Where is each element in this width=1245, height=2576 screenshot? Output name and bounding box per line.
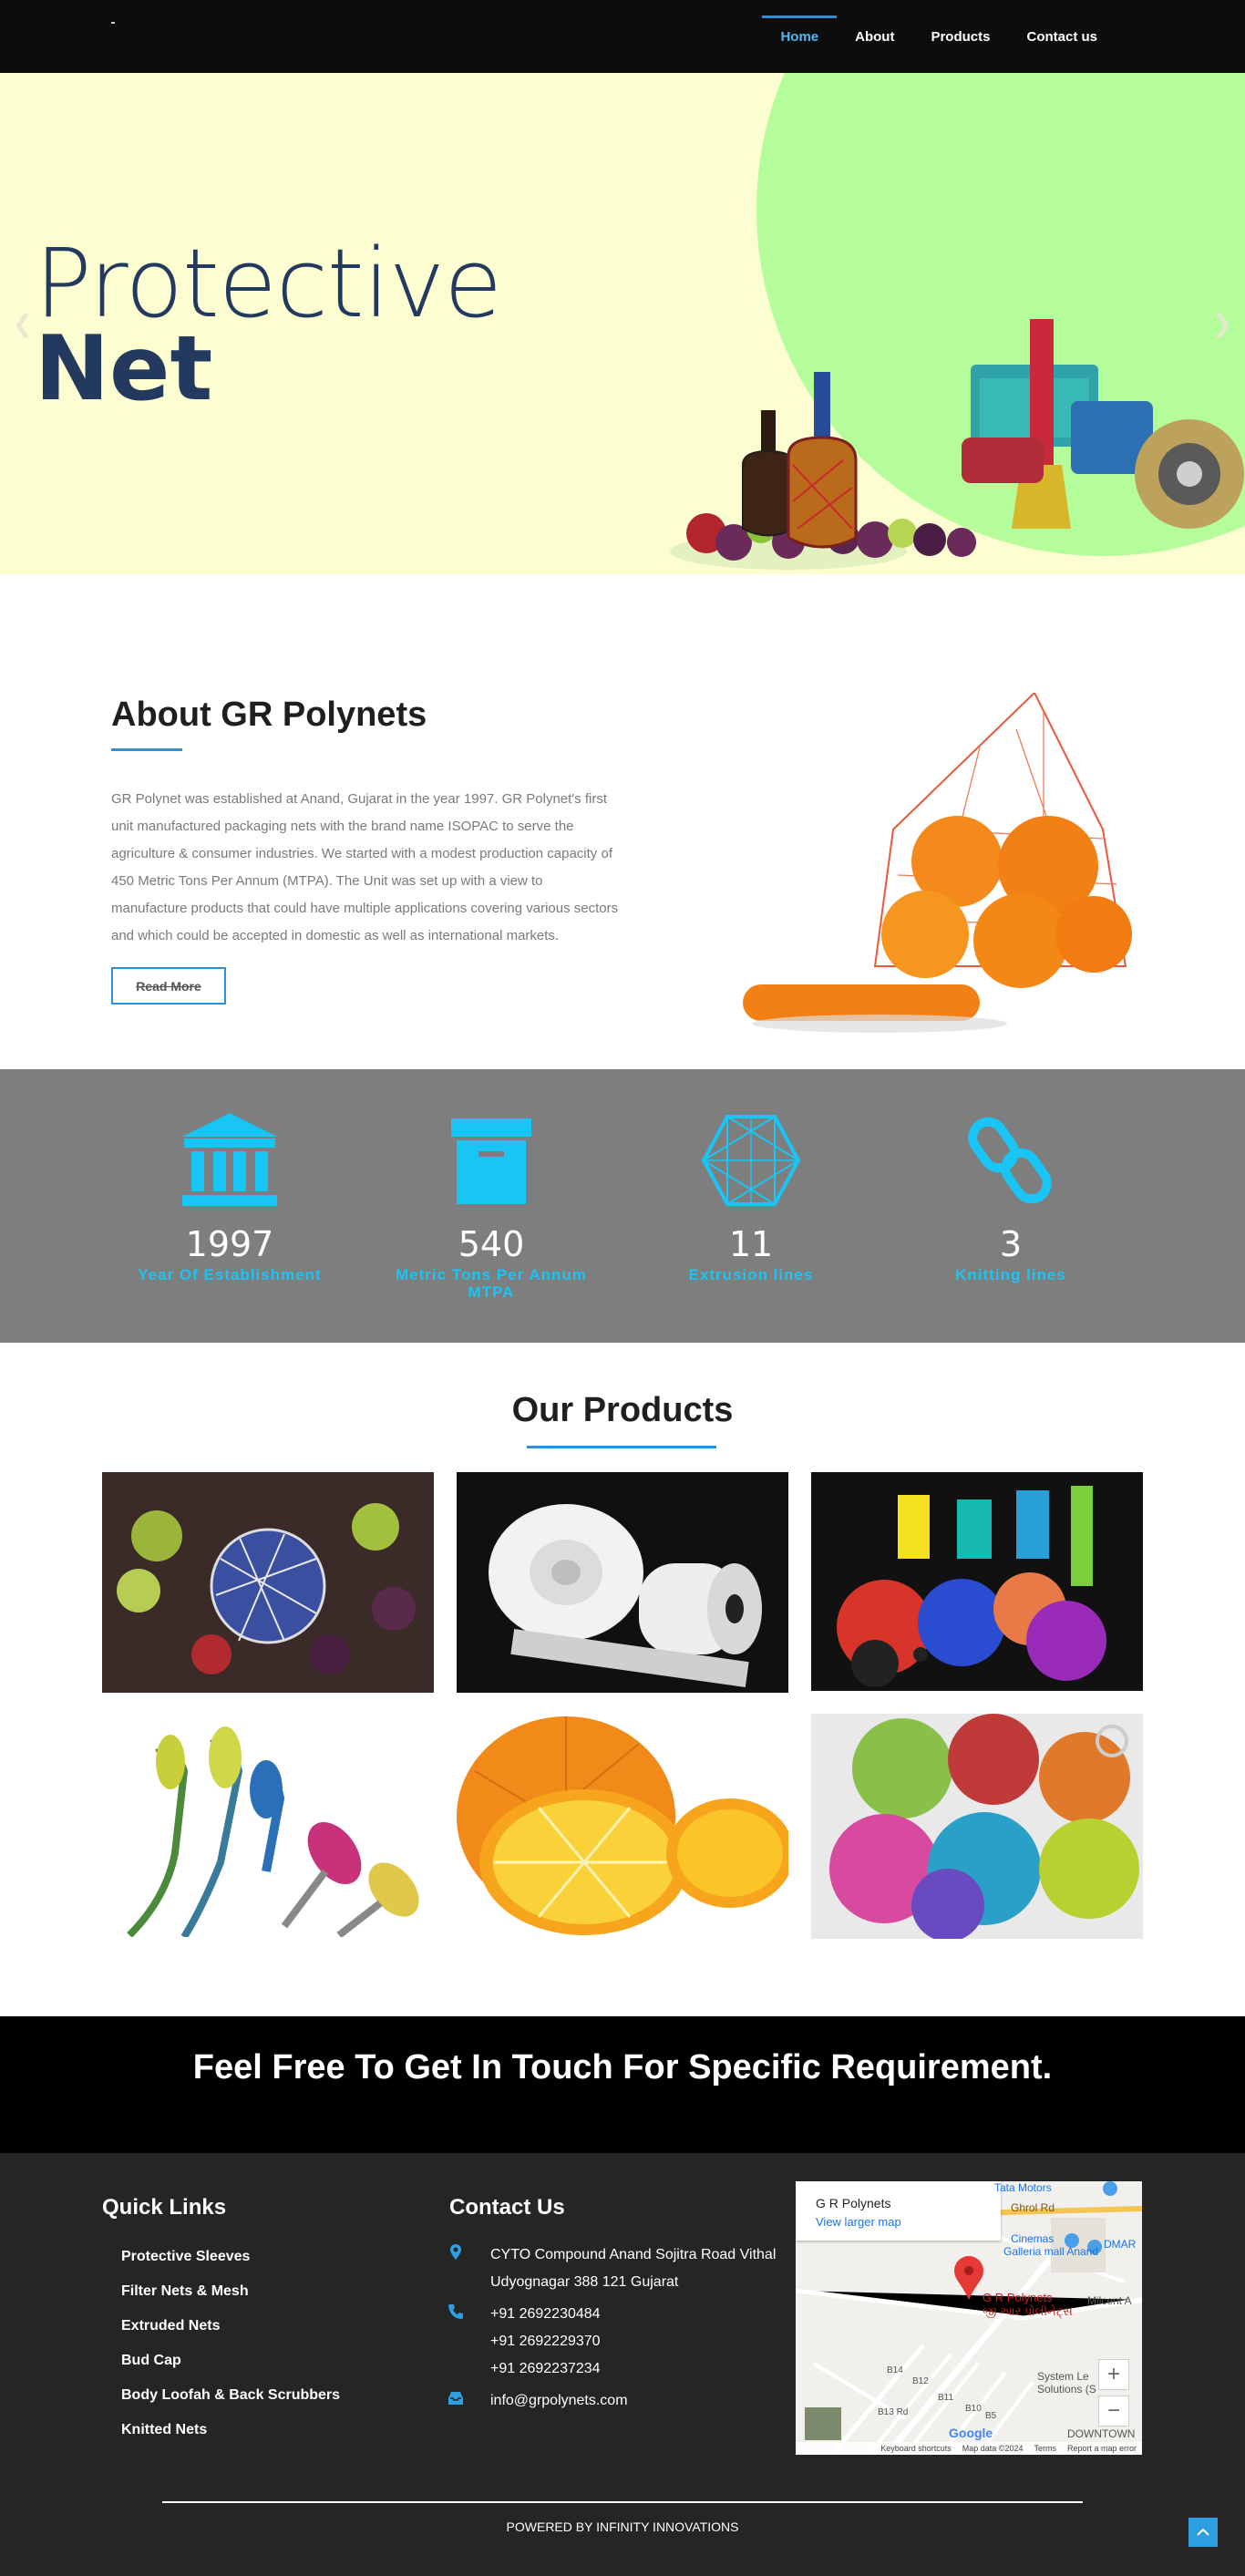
hero-products-image xyxy=(670,319,1244,570)
chevron-left-icon[interactable]: ❮ xyxy=(13,310,33,338)
products-heading: Our Products xyxy=(511,1391,734,1429)
map-poi-label: DOWNTOWN xyxy=(1067,2427,1136,2440)
brand-logo[interactable] xyxy=(111,22,115,24)
address-line-2: Udyognagar 388 121 Gujarat xyxy=(490,2274,679,2290)
google-logo: Google xyxy=(949,2426,993,2440)
archive-box-icon xyxy=(451,1118,531,1204)
foam-roll-image xyxy=(457,1472,788,1693)
map-marker-icon xyxy=(450,2244,461,2260)
map-poi-label: Solutions (S xyxy=(1037,2383,1096,2396)
map-road-label: B5 xyxy=(985,2411,997,2421)
hexagon-mesh-icon xyxy=(701,1115,801,1206)
stat-value: 3 xyxy=(999,1224,1023,1264)
map-pin-label: G R Polynets જી આર પોલીનેટ્સ xyxy=(983,2291,1073,2318)
quick-link-knitted-nets[interactable]: Knitted Nets xyxy=(121,2422,207,2438)
orange-image xyxy=(457,1716,788,1937)
hero-title-line2: Net xyxy=(35,317,213,421)
back-to-top-button[interactable] xyxy=(1188,2518,1218,2547)
nav-home[interactable]: Home xyxy=(762,0,837,73)
map-poi-label: Tata Motors xyxy=(994,2181,1052,2194)
footer-divider xyxy=(162,2501,1083,2503)
product-tile-foam-roll[interactable] xyxy=(457,1472,788,1693)
stat-label: Extrusion lines xyxy=(688,1266,814,1283)
map-road-label: B10 xyxy=(965,2404,982,2414)
product-tile-flower-sleeve[interactable] xyxy=(102,1716,434,1937)
chain-link-icon xyxy=(968,1117,1052,1204)
stat-label: Metric Tons Per Annum MTPA xyxy=(396,1266,587,1301)
map-pin-name-local: જી આર પોલીનેટ્સ xyxy=(983,2304,1073,2318)
report-map-error-link[interactable]: Report a map error xyxy=(1067,2444,1137,2453)
phone-2[interactable]: +91 2692229370 xyxy=(490,2328,601,2355)
stat-value: 1997 xyxy=(185,1224,274,1264)
hero-slider: Protective Net ❮ ❯ xyxy=(0,73,1245,574)
keyboard-shortcuts-link[interactable]: Keyboard shortcuts xyxy=(880,2444,952,2453)
map-poi-label: System Le xyxy=(1037,2370,1089,2383)
product-tile-loofah[interactable] xyxy=(811,1714,1143,1939)
map-pin-name: G R Polynets xyxy=(983,2291,1053,2304)
powered-by: POWERED BY INFINITY INNOVATIONS xyxy=(506,2519,739,2534)
flower-sleeve-image xyxy=(102,1716,434,1937)
quick-link-bud-cap[interactable]: Bud Cap xyxy=(121,2353,181,2369)
cta-text: Feel Free To Get In Touch For Specific R… xyxy=(192,2048,1053,2087)
google-map-embed[interactable]: G R Polynets View larger map Ghrol Rd Ta… xyxy=(796,2181,1142,2455)
terms-link[interactable]: Terms xyxy=(1034,2444,1056,2453)
stat-label: Knitting lines xyxy=(955,1266,1066,1283)
map-road-label: Ghrol Rd xyxy=(1011,2201,1055,2214)
quick-link-extruded-nets[interactable]: Extruded Nets xyxy=(121,2318,220,2334)
about-heading-underline xyxy=(111,748,182,751)
map-poi-label: DMAR xyxy=(1104,2238,1137,2251)
email-link[interactable]: info@grpolynets.com xyxy=(490,2387,628,2415)
about-heading: About GR Polynets xyxy=(111,696,427,734)
map-poi-label: Galleria mall Anand xyxy=(1003,2245,1099,2258)
stat-value: 540 xyxy=(458,1224,525,1264)
quick-link-protective-sleeves[interactable]: Protective Sleeves xyxy=(121,2249,250,2265)
stat-value: 11 xyxy=(728,1224,774,1264)
quick-links-heading: Quick Links xyxy=(102,2195,227,2220)
oranges-net-image xyxy=(743,693,1132,1033)
phone-icon xyxy=(448,2304,463,2319)
knitted-net-toys-image xyxy=(811,1472,1143,1691)
chevron-up-icon xyxy=(1197,2528,1209,2536)
nav-products[interactable]: Products xyxy=(912,0,1008,73)
about-paragraph: GR Polynet was established at Anand, Guj… xyxy=(111,791,619,943)
map-road-label: B11 xyxy=(938,2393,954,2403)
map-poi-label: Cinemas xyxy=(1011,2232,1055,2245)
product-tile-orange[interactable] xyxy=(457,1716,788,1937)
product-tile-bottle-sleeve[interactable] xyxy=(102,1472,434,1693)
inbox-icon xyxy=(448,2392,463,2405)
map-place-name: G R Polynets xyxy=(816,2196,891,2210)
phone-1[interactable]: +91 2692230484 xyxy=(490,2301,601,2328)
map-info-card: G R Polynets View larger map xyxy=(796,2181,1001,2241)
map-road-label: B14 xyxy=(887,2365,903,2375)
map-attribution: Keyboard shortcuts Map data ©2024 Terms … xyxy=(796,2442,1142,2455)
products-heading-underline xyxy=(527,1446,716,1448)
map-road-label: B12 xyxy=(912,2376,929,2386)
product-tile-knitted-net-toys[interactable] xyxy=(811,1472,1143,1691)
nav-about[interactable]: About xyxy=(837,0,912,73)
view-larger-map-link[interactable]: View larger map xyxy=(816,2215,901,2229)
contact-heading: Contact Us xyxy=(449,2195,565,2220)
bank-icon xyxy=(182,1113,277,1206)
main-menu: Home About Products Contact us xyxy=(762,0,1116,73)
quick-link-filter-nets[interactable]: Filter Nets & Mesh xyxy=(121,2283,249,2300)
nav-contact[interactable]: Contact us xyxy=(1008,0,1116,73)
zoom-out-button[interactable]: − xyxy=(1098,2396,1129,2427)
quick-link-body-loofah[interactable]: Body Loofah & Back Scrubbers xyxy=(121,2387,340,2404)
read-more-button[interactable]: Read More xyxy=(111,967,226,1005)
map-road-label: B13 Rd xyxy=(878,2407,909,2417)
map-data-label: Map data ©2024 xyxy=(962,2444,1024,2453)
map-poi-label: Milcent A xyxy=(1087,2294,1132,2307)
loofah-image xyxy=(811,1714,1143,1939)
phone-3[interactable]: +91 2692237234 xyxy=(490,2355,601,2383)
address-line-1: CYTO Compound Anand Sojitra Road Vithal xyxy=(490,2247,777,2262)
stats-band: 1997 Year Of Establishment 540 Metric To… xyxy=(0,1069,1245,1343)
bottle-sleeve-image xyxy=(102,1472,434,1693)
top-navbar: Home About Products Contact us xyxy=(0,0,1245,73)
zoom-in-button[interactable]: + xyxy=(1098,2359,1129,2390)
stat-label: Year Of Establishment xyxy=(138,1266,322,1283)
